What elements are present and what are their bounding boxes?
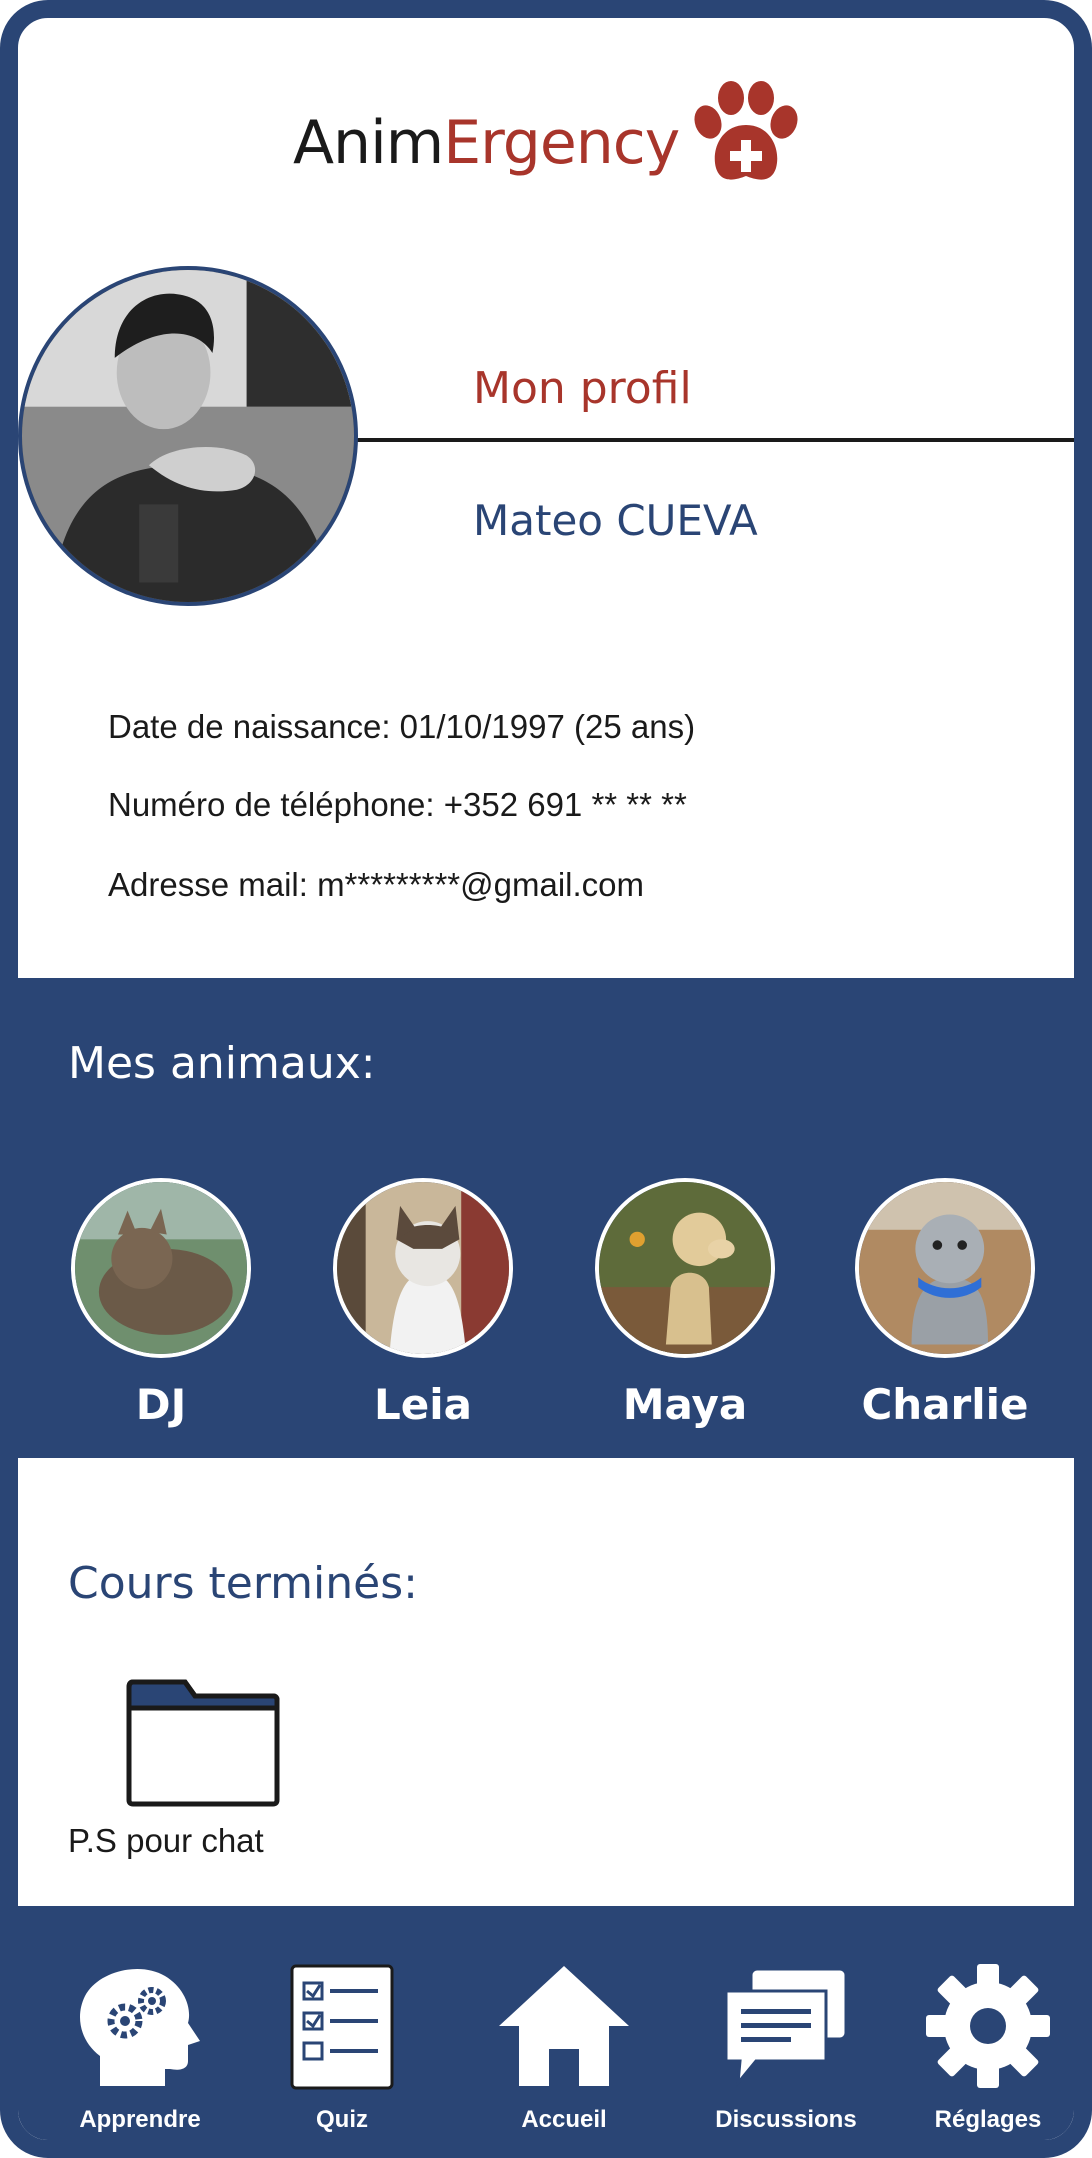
user-avatar-photo: [22, 270, 354, 602]
pet-name: Leia: [374, 1380, 472, 1429]
brand-name: AnimErgency: [293, 108, 680, 178]
nav-label: Quiz: [316, 2106, 368, 2133]
pet-photo: [595, 1178, 775, 1358]
checklist-icon: [290, 1964, 394, 2090]
courses-title: Cours terminés:: [68, 1558, 418, 1609]
nav-reglages[interactable]: Réglages: [888, 1906, 1074, 2140]
animals-title: Mes animaux:: [68, 1038, 376, 1089]
paw-cross-icon: [694, 81, 798, 180]
nav-label: Discussions: [715, 2106, 857, 2133]
animals-section: Mes animaux: DJ Leia Maya Charlie: [18, 978, 1074, 1458]
nav-label: Accueil: [521, 2106, 607, 2133]
app-logo: AnimErgency: [18, 80, 1074, 190]
email-address: Adresse mail: m*********@gmail.com: [108, 866, 645, 903]
pet-photo: [333, 1178, 513, 1358]
course-label: P.S pour chat: [68, 1822, 264, 1859]
pet-photo: [71, 1178, 251, 1358]
pet-name: Maya: [622, 1380, 748, 1429]
birth-date: Date de naissance: 01/10/1997 (25 ans): [108, 708, 696, 745]
nav-quiz[interactable]: Quiz: [242, 1906, 442, 2140]
course-item[interactable]: P.S pour chat: [68, 1668, 328, 1860]
pet-maya[interactable]: Maya: [585, 1178, 785, 1429]
user-avatar[interactable]: [18, 266, 358, 606]
home-icon: [499, 1966, 629, 2086]
pet-name: Charlie: [861, 1380, 1029, 1429]
pet-dj[interactable]: DJ: [61, 1178, 261, 1429]
nav-discussions[interactable]: Discussions: [686, 1906, 886, 2140]
nav-accueil[interactable]: Accueil: [464, 1906, 664, 2140]
pet-photo: [855, 1178, 1035, 1358]
profile-name: Mateo CUEVA: [473, 496, 758, 545]
nav-label: Apprendre: [79, 2106, 201, 2133]
pet-name: DJ: [135, 1380, 187, 1429]
profile-heading: Mon profil: [473, 363, 692, 414]
nav-label: Réglages: [934, 2106, 1042, 2133]
pet-charlie[interactable]: Charlie: [845, 1178, 1045, 1429]
folder-icon: [126, 1679, 280, 1807]
brand-name-part2: Ergency: [443, 108, 680, 178]
bottom-nav: Apprendre Quiz Accueil Discussions Régla…: [18, 1906, 1074, 2140]
phone-number: Numéro de téléphone: +352 691 ** ** **: [108, 786, 687, 823]
brand-name-part1: Anim: [293, 108, 444, 178]
head-gears-icon: [80, 1968, 200, 2086]
profile-divider: [338, 438, 1074, 442]
nav-apprendre[interactable]: Apprendre: [40, 1906, 240, 2140]
gear-icon: [926, 1964, 1050, 2088]
chat-icon: [724, 1967, 848, 2088]
pet-leia[interactable]: Leia: [323, 1178, 523, 1429]
app-frame: AnimErgency Mon profil Mateo CUEVA Date …: [0, 0, 1092, 2158]
